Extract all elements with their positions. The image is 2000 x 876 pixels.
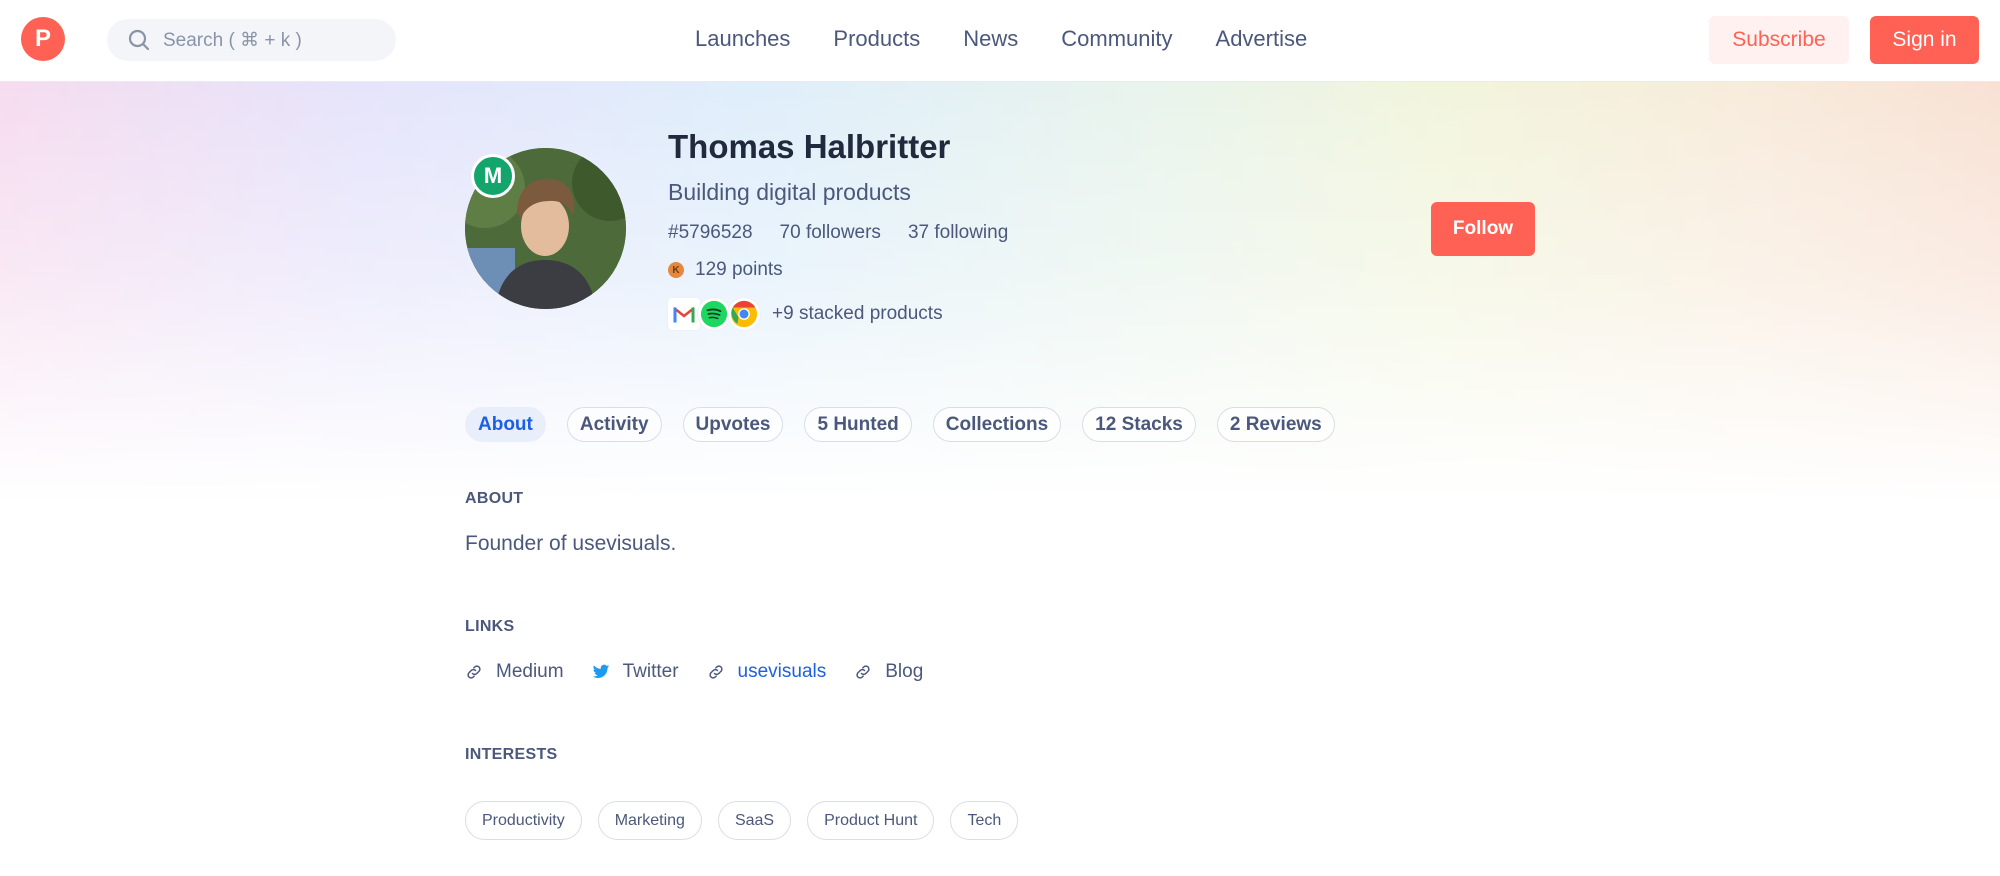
profile-name: Thomas Halbritter [668, 128, 951, 165]
link-icon [854, 663, 872, 681]
search-placeholder: Search ( ⌘ + k ) [163, 29, 302, 51]
points-value: 129 points [695, 259, 783, 280]
interest-chip[interactable]: SaaS [717, 801, 792, 840]
about-section-title: ABOUT [465, 490, 524, 507]
top-navigation-bar: P Search ( ⌘ + k ) Launches Products New… [0, 0, 2000, 82]
product-hunt-logo[interactable]: P [21, 17, 65, 61]
profile-tabs: About Activity Upvotes 5 Hunted Collecti… [465, 407, 1356, 442]
link-twitter[interactable]: Twitter [592, 661, 679, 683]
link-icon [465, 663, 483, 681]
nav-products[interactable]: Products [833, 26, 920, 52]
stacked-products[interactable]: +9 stacked products [668, 298, 943, 330]
user-id: #5796528 [668, 222, 753, 243]
tab-upvotes[interactable]: Upvotes [682, 407, 784, 442]
link-blog[interactable]: Blog [854, 661, 923, 683]
link-label: usevisuals [737, 661, 827, 682]
nav-news[interactable]: News [963, 26, 1018, 52]
spotify-icon [698, 298, 730, 330]
link-label: Medium [496, 661, 564, 682]
followers-link[interactable]: 70 followers [780, 222, 881, 244]
points-row: K 129 points [668, 259, 783, 281]
twitter-icon [592, 663, 610, 681]
tab-collections[interactable]: Collections [932, 407, 1062, 442]
profile-links: Medium Twitter usevisuals Blog [465, 661, 951, 683]
profile-page: M Thomas Halbritter Building digital pro… [0, 0, 2000, 876]
profile-headline: Building digital products [668, 179, 911, 205]
link-label: Blog [885, 661, 924, 682]
interest-chip[interactable]: Tech [950, 801, 1019, 840]
link-icon [707, 663, 725, 681]
tab-stacks[interactable]: 12 Stacks [1082, 407, 1196, 442]
subscribe-button[interactable]: Subscribe [1709, 16, 1849, 64]
follow-button[interactable]: Follow [1431, 202, 1535, 256]
links-section-title: LINKS [465, 618, 515, 635]
profile-stats: #5796528 70 followers 37 following [668, 222, 1008, 244]
tab-activity[interactable]: Activity [566, 407, 662, 442]
link-medium[interactable]: Medium [465, 661, 564, 683]
profile-avatar: M [465, 148, 626, 309]
about-text: Founder of usevisuals. [465, 532, 677, 555]
interests-section-title: INTERESTS [465, 746, 558, 763]
maker-badge: M [471, 154, 515, 198]
following-link[interactable]: 37 following [908, 222, 1008, 244]
interest-chip[interactable]: Productivity [465, 801, 582, 840]
points-badge-icon: K [668, 262, 684, 278]
search-input[interactable]: Search ( ⌘ + k ) [107, 19, 396, 61]
link-usevisuals[interactable]: usevisuals [707, 661, 827, 683]
interests-list: Productivity Marketing SaaS Product Hunt… [465, 801, 1034, 840]
tab-reviews[interactable]: 2 Reviews [1216, 407, 1335, 442]
interest-chip[interactable]: Marketing [597, 801, 702, 840]
nav-community[interactable]: Community [1061, 26, 1172, 52]
interest-chip[interactable]: Product Hunt [807, 801, 935, 840]
main-nav: Launches Products News Community Adverti… [695, 26, 1307, 52]
nav-advertise[interactable]: Advertise [1216, 26, 1308, 52]
gmail-icon [668, 298, 700, 330]
chrome-icon [728, 298, 760, 330]
sign-in-button[interactable]: Sign in [1870, 16, 1979, 64]
nav-launches[interactable]: Launches [695, 26, 790, 52]
link-label: Twitter [622, 661, 679, 682]
tab-about[interactable]: About [465, 407, 546, 442]
tab-hunted[interactable]: 5 Hunted [804, 407, 912, 442]
search-icon [128, 29, 150, 51]
stacked-products-count: +9 stacked products [772, 303, 943, 324]
